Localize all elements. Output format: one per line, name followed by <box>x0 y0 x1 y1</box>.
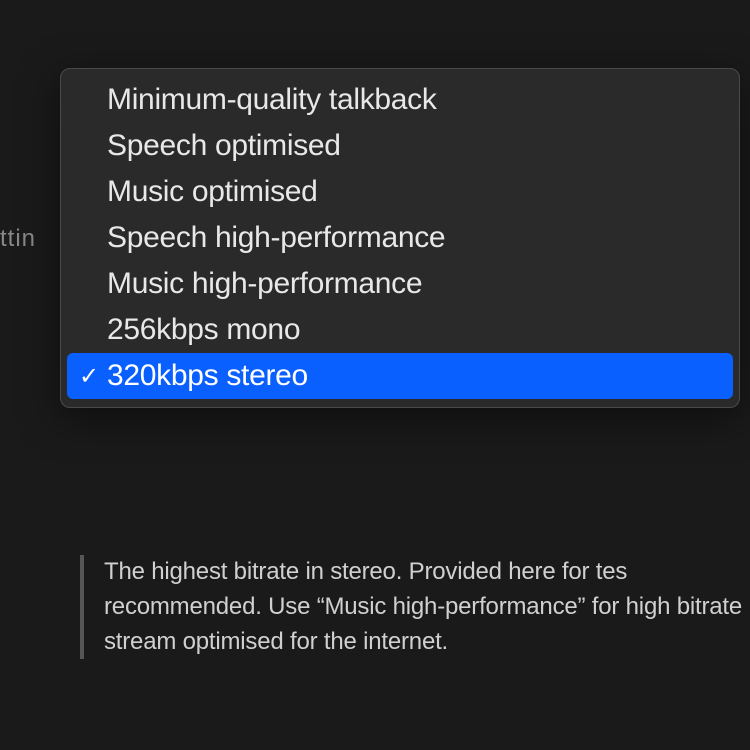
dropdown-item-label: Music high-performance <box>107 267 422 301</box>
dropdown-item-label: 320kbps stereo <box>107 359 308 393</box>
dropdown-item-minimum-quality[interactable]: Minimum-quality talkback <box>67 77 733 123</box>
checkmark-icon: ✓ <box>79 362 99 391</box>
dropdown-item-label: Music optimised <box>107 175 318 209</box>
dropdown-item-label: Speech optimised <box>107 129 341 163</box>
dropdown-item-256kbps-mono[interactable]: 256kbps mono <box>67 307 733 353</box>
description-text: The highest bitrate in stereo. Provided … <box>104 555 750 659</box>
dropdown-item-320kbps-stereo[interactable]: ✓ 320kbps stereo <box>67 353 733 399</box>
dropdown-item-label: Minimum-quality talkback <box>107 83 437 117</box>
dropdown-item-label: Speech high-performance <box>107 221 445 255</box>
dropdown-item-label: 256kbps mono <box>107 313 300 347</box>
dropdown-item-speech-optimised[interactable]: Speech optimised <box>67 123 733 169</box>
audio-quality-dropdown[interactable]: Minimum-quality talkback Speech optimise… <box>60 68 740 408</box>
dropdown-item-music-high-performance[interactable]: Music high-performance <box>67 261 733 307</box>
description-block: The highest bitrate in stereo. Provided … <box>80 555 750 659</box>
dropdown-item-music-optimised[interactable]: Music optimised <box>67 169 733 215</box>
background-partial-text: ttin <box>0 225 36 253</box>
dropdown-item-speech-high-performance[interactable]: Speech high-performance <box>67 215 733 261</box>
